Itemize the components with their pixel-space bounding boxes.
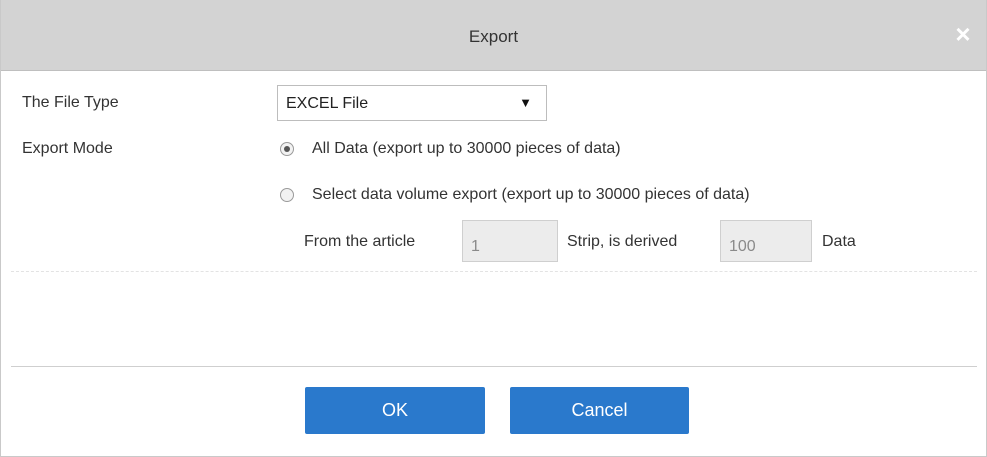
ok-button[interactable]: OK bbox=[305, 387, 485, 434]
section-divider bbox=[11, 271, 977, 272]
data-count-input[interactable] bbox=[720, 220, 812, 262]
dialog-titlebar: Export × bbox=[1, 0, 986, 71]
all-data-radio-label[interactable]: All Data (export up to 30000 pieces of d… bbox=[312, 140, 621, 158]
select-volume-radio-label[interactable]: Select data volume export (export up to … bbox=[312, 186, 750, 204]
from-article-label: From the article bbox=[304, 233, 416, 250]
export-mode-label: Export Mode bbox=[22, 140, 113, 157]
data-label: Data bbox=[822, 233, 856, 250]
cancel-button[interactable]: Cancel bbox=[510, 387, 689, 434]
dropdown-arrow-icon: ▼ bbox=[519, 95, 532, 110]
close-icon[interactable]: × bbox=[950, 21, 976, 47]
footer-divider bbox=[11, 366, 977, 367]
strip-derived-label: Strip, is derived bbox=[567, 233, 678, 250]
from-article-input[interactable] bbox=[462, 220, 558, 262]
all-data-radio[interactable] bbox=[280, 142, 294, 156]
file-type-label: The File Type bbox=[22, 94, 119, 111]
dialog-title: Export bbox=[468, 27, 519, 46]
file-type-select[interactable]: EXCEL File ▼ bbox=[277, 85, 547, 121]
select-volume-radio[interactable] bbox=[280, 188, 294, 202]
export-dialog: Export × The File Type EXCEL File ▼ Expo… bbox=[0, 0, 987, 457]
file-type-selected-value: EXCEL File bbox=[286, 95, 369, 112]
